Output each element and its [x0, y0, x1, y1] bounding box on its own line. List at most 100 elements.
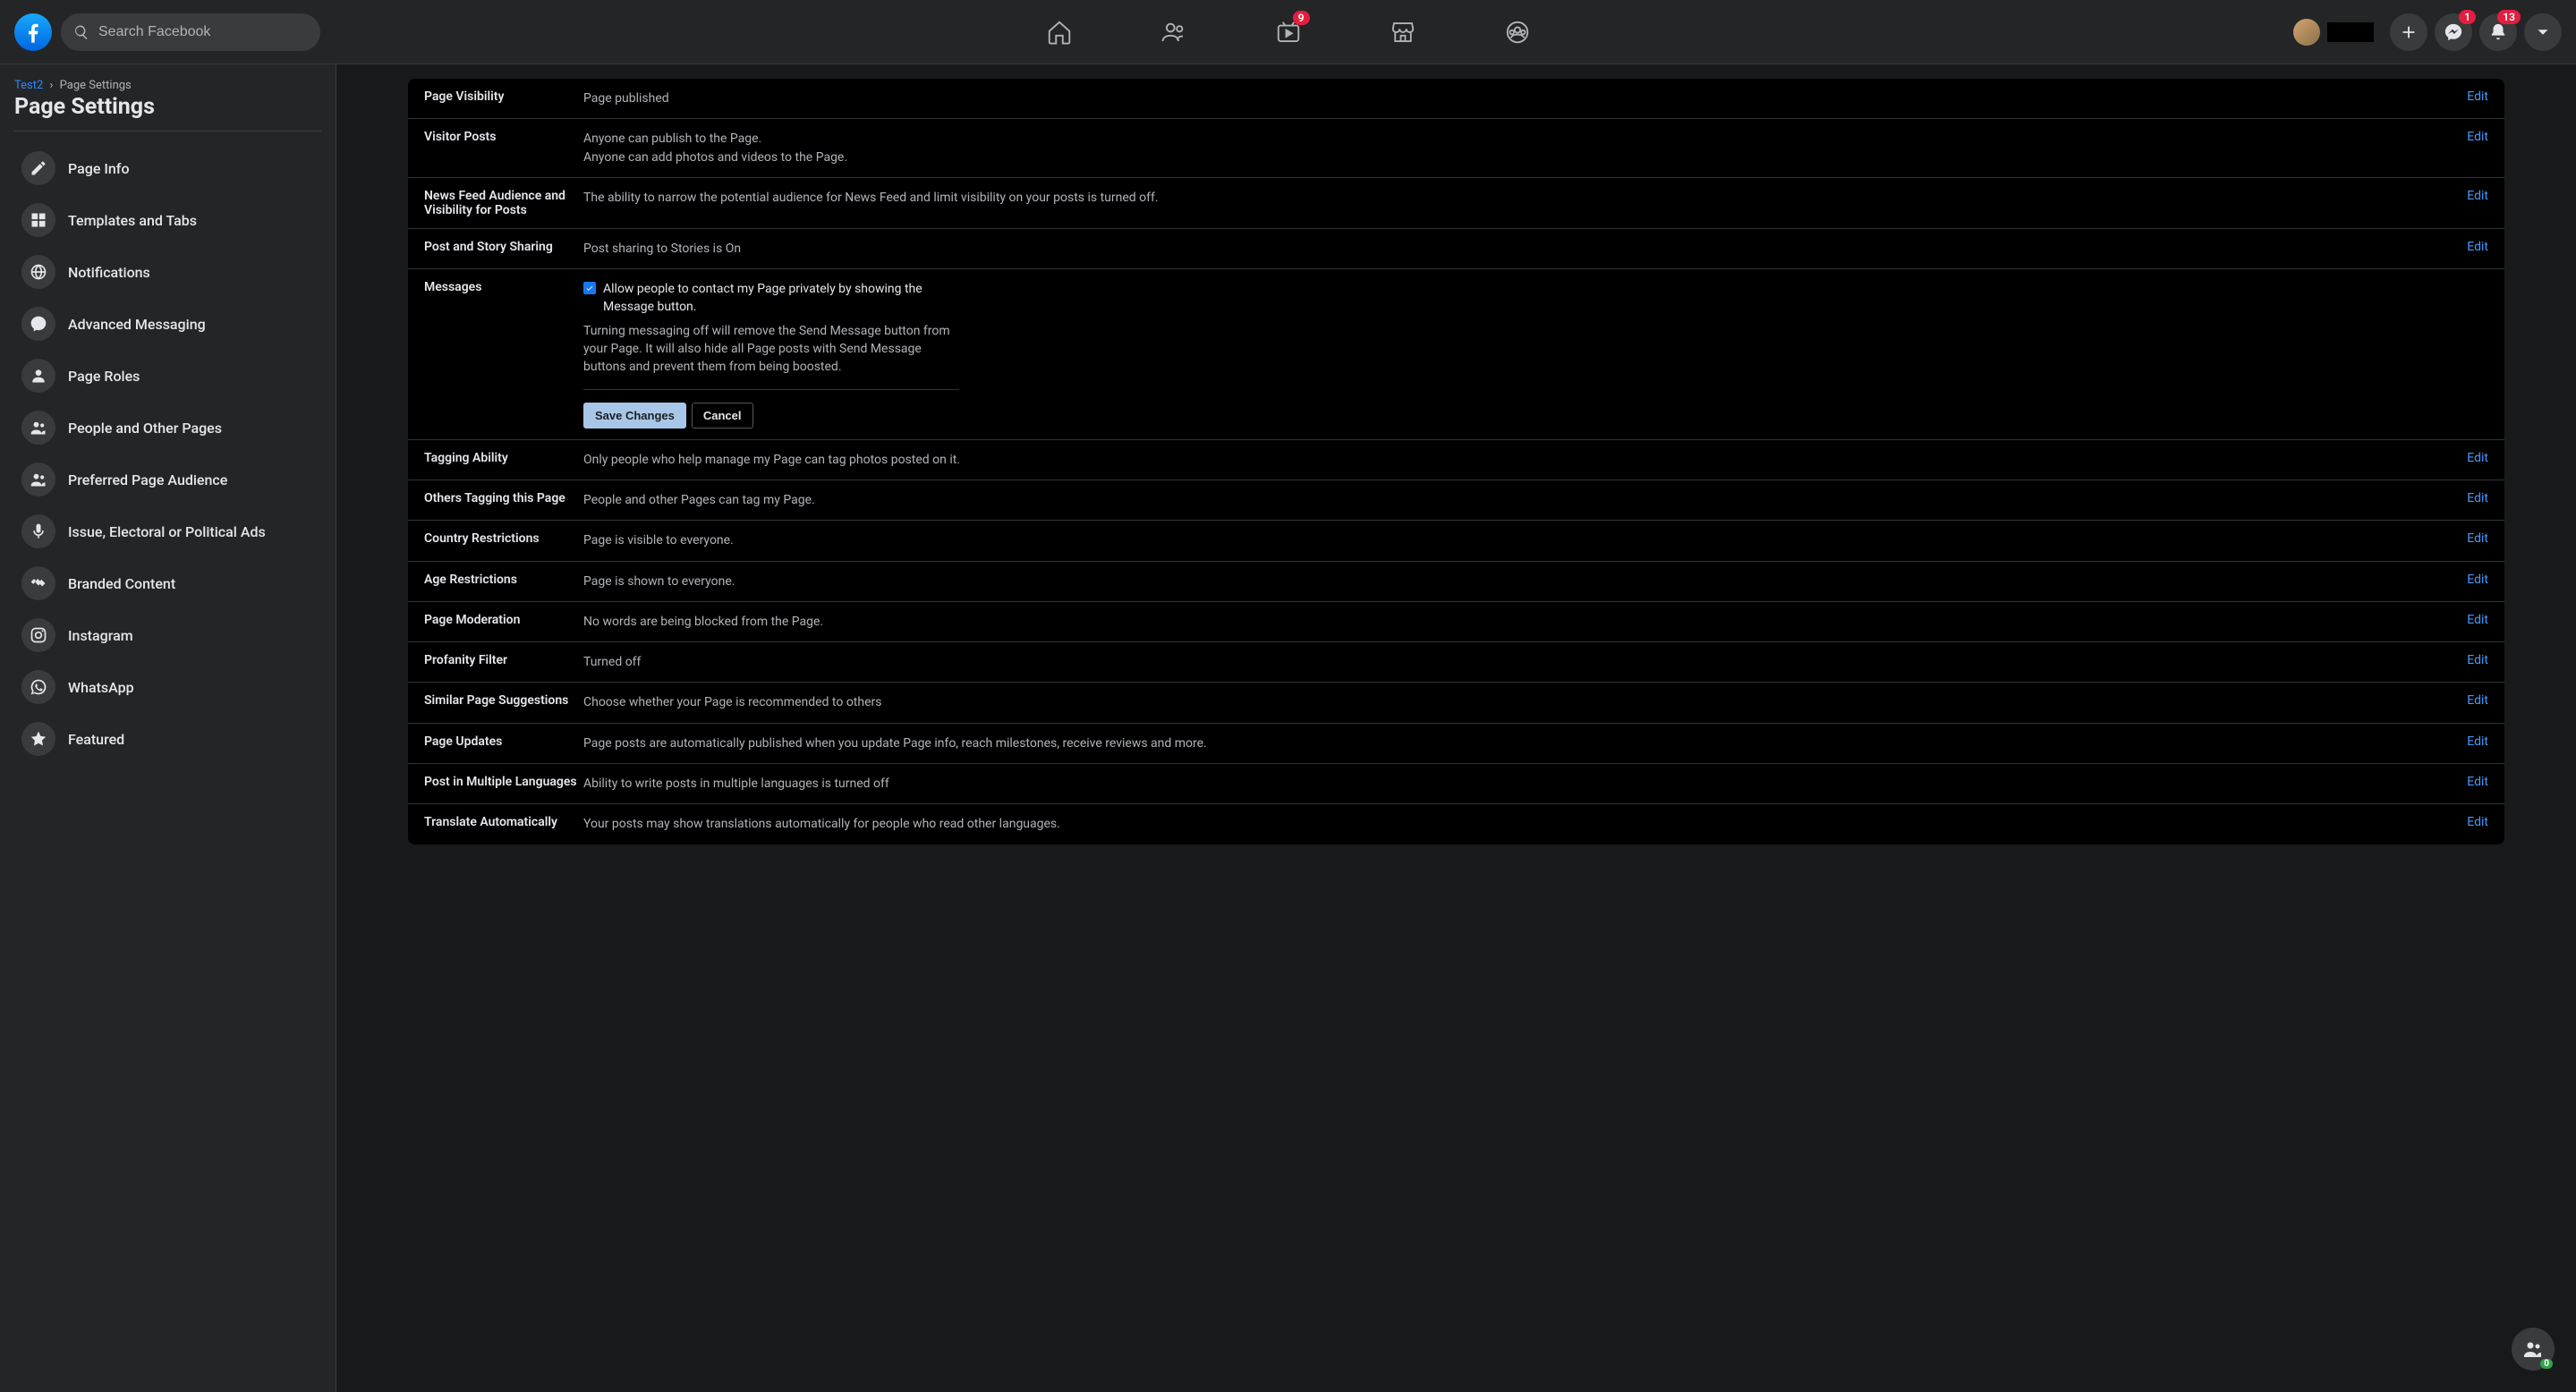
setting-desc: Your posts may show translations automat…	[583, 815, 2453, 833]
search-icon	[73, 24, 89, 40]
setting-label: Profanity Filter	[424, 653, 583, 667]
setting-label: Similar Page Suggestions	[424, 693, 583, 708]
setting-label: Others Tagging this Page	[424, 491, 583, 505]
setting-row-similar-page-suggestions[interactable]: Similar Page Suggestions Choose whether …	[408, 683, 2504, 723]
sidebar-item-people-pages[interactable]: People and Other Pages	[14, 403, 321, 452]
grid-icon	[21, 203, 55, 237]
setting-desc: No words are being blocked from the Page…	[583, 613, 2453, 631]
setting-row-others-tagging[interactable]: Others Tagging this Page People and othe…	[408, 480, 2504, 521]
nav-watch[interactable]: 9	[1235, 7, 1342, 57]
setting-row-profanity-filter[interactable]: Profanity Filter Turned off Edit	[408, 642, 2504, 683]
sidebar-item-political-ads[interactable]: Issue, Electoral or Political Ads	[14, 507, 321, 556]
setting-desc: Ability to write posts in multiple langu…	[583, 775, 2453, 793]
setting-row-page-updates[interactable]: Page Updates Page posts are automaticall…	[408, 724, 2504, 764]
page-title: Page Settings	[14, 94, 321, 120]
globe-icon	[21, 255, 55, 289]
edit-link[interactable]: Edit	[2467, 775, 2488, 789]
edit-link[interactable]: Edit	[2467, 815, 2488, 829]
nav-home[interactable]	[1006, 7, 1113, 57]
sidebar-item-label: Featured	[68, 731, 124, 748]
edit-link[interactable]: Edit	[2467, 491, 2488, 505]
divider	[14, 131, 321, 132]
pencil-icon	[21, 151, 55, 185]
nav-friends[interactable]	[1120, 7, 1228, 57]
plus-icon	[2399, 22, 2419, 42]
settings-panel: Page Visibility Page published Edit Visi…	[408, 79, 2504, 845]
nav-marketplace[interactable]	[1349, 7, 1457, 57]
edit-link[interactable]: Edit	[2467, 693, 2488, 708]
notifications-button[interactable]: 13	[2479, 13, 2517, 51]
sidebar-item-page-roles[interactable]: Page Roles	[14, 352, 321, 400]
sidebar-item-branded-content[interactable]: Branded Content	[14, 559, 321, 607]
sidebar-item-templates-tabs[interactable]: Templates and Tabs	[14, 196, 321, 244]
edit-link[interactable]: Edit	[2467, 573, 2488, 587]
edit-link[interactable]: Edit	[2467, 240, 2488, 254]
edit-link[interactable]: Edit	[2467, 613, 2488, 627]
setting-label: Page Moderation	[424, 613, 583, 627]
edit-link[interactable]: Edit	[2467, 653, 2488, 667]
sidebar-item-label: Advanced Messaging	[68, 316, 206, 333]
user-chip[interactable]	[2290, 15, 2383, 49]
sidebar-item-advanced-messaging[interactable]: Advanced Messaging	[14, 300, 321, 348]
bell-icon	[2488, 22, 2508, 42]
sidebar-item-label: Instagram	[68, 627, 133, 644]
setting-label: News Feed Audience and Visibility for Po…	[424, 189, 583, 217]
setting-row-page-moderation[interactable]: Page Moderation No words are being block…	[408, 602, 2504, 642]
setting-label: Tagging Ability	[424, 451, 583, 465]
setting-row-news-feed-audience[interactable]: News Feed Audience and Visibility for Po…	[408, 178, 2504, 229]
account-menu-button[interactable]	[2524, 13, 2562, 51]
star-icon	[21, 722, 55, 756]
setting-row-tagging-ability[interactable]: Tagging Ability Only people who help man…	[408, 440, 2504, 480]
people-icon	[21, 411, 55, 445]
person-icon	[21, 359, 55, 393]
whatsapp-icon	[21, 670, 55, 704]
nav-groups[interactable]	[1464, 7, 1571, 57]
check-icon	[585, 284, 594, 293]
setting-label: Post in Multiple Languages	[424, 775, 583, 789]
sidebar-item-preferred-audience[interactable]: Preferred Page Audience	[14, 455, 321, 504]
sidebar-item-whatsapp[interactable]: WhatsApp	[14, 663, 321, 711]
sidebar-item-label: Page Roles	[68, 368, 140, 385]
setting-row-visitor-posts[interactable]: Visitor Posts Anyone can publish to the …	[408, 119, 2504, 178]
messenger-button[interactable]: 1	[2435, 13, 2472, 51]
breadcrumb-root[interactable]: Test2	[14, 79, 43, 92]
sidebar-item-page-info[interactable]: Page Info	[14, 144, 321, 192]
setting-row-page-visibility[interactable]: Page Visibility Page published Edit	[408, 79, 2504, 119]
sidebar-item-label: Branded Content	[68, 575, 175, 592]
setting-desc: Page is shown to everyone.	[583, 573, 2453, 590]
edit-link[interactable]: Edit	[2467, 130, 2488, 144]
notifications-badge: 13	[2497, 10, 2521, 24]
sidebar-item-notifications[interactable]: Notifications	[14, 248, 321, 296]
setting-row-multiple-languages[interactable]: Post in Multiple Languages Ability to wr…	[408, 764, 2504, 804]
edit-link[interactable]: Edit	[2467, 189, 2488, 203]
setting-row-country-restrictions[interactable]: Country Restrictions Page is visible to …	[408, 521, 2504, 561]
setting-label: Page Visibility	[424, 89, 583, 104]
new-message-button[interactable]: 0	[2512, 1328, 2555, 1371]
setting-row-age-restrictions[interactable]: Age Restrictions Page is shown to everyo…	[408, 562, 2504, 602]
create-button[interactable]	[2390, 13, 2427, 51]
sidebar-item-instagram[interactable]: Instagram	[14, 611, 321, 659]
breadcrumb: Test2 › Page Settings	[14, 79, 321, 92]
setting-row-translate-automatically[interactable]: Translate Automatically Your posts may s…	[408, 804, 2504, 844]
top-header: 9 1 13	[0, 0, 2576, 64]
facebook-logo[interactable]	[14, 13, 52, 51]
search-input[interactable]	[98, 24, 308, 40]
home-icon	[1046, 19, 1073, 46]
edit-link[interactable]: Edit	[2467, 451, 2488, 465]
edit-link[interactable]: Edit	[2467, 89, 2488, 104]
setting-desc: The ability to narrow the potential audi…	[583, 189, 2453, 207]
groups-icon	[1504, 19, 1531, 46]
breadcrumb-current: Page Settings	[60, 79, 132, 92]
edit-link[interactable]: Edit	[2467, 531, 2488, 546]
messages-checkbox[interactable]	[583, 282, 596, 294]
sidebar-item-label: People and Other Pages	[68, 420, 222, 437]
caret-down-icon	[2533, 22, 2553, 42]
cancel-button[interactable]: Cancel	[692, 403, 753, 429]
save-changes-button[interactable]: Save Changes	[583, 403, 686, 429]
search-box[interactable]	[61, 13, 320, 51]
setting-desc: Turned off	[583, 653, 2453, 671]
sidebar-item-label: Notifications	[68, 264, 150, 281]
setting-row-post-story-sharing[interactable]: Post and Story Sharing Post sharing to S…	[408, 229, 2504, 269]
edit-link[interactable]: Edit	[2467, 734, 2488, 749]
sidebar-item-featured[interactable]: Featured	[14, 715, 321, 763]
